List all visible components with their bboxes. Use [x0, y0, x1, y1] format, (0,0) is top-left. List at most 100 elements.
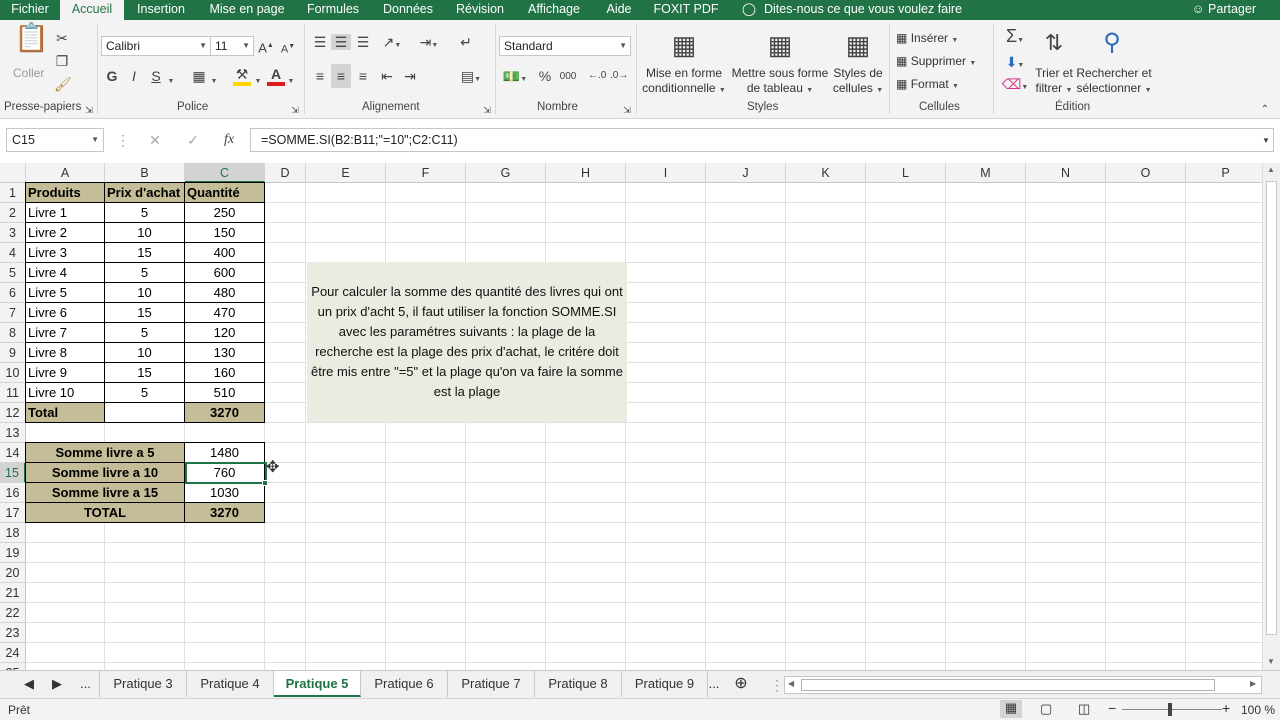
- row-header-8[interactable]: 8: [0, 323, 26, 343]
- table-cell[interactable]: 10: [104, 282, 185, 303]
- table-cell[interactable]: 10: [104, 342, 185, 363]
- increase-font-icon[interactable]: A▲: [258, 38, 274, 56]
- more-sheets-left[interactable]: ...: [72, 671, 100, 697]
- expand-formula-icon[interactable]: ▼: [1260, 133, 1272, 149]
- sheet-tab-pratique-4[interactable]: Pratique 4: [187, 671, 274, 697]
- cell-styles-button[interactable]: Styles de cellules ▼: [830, 66, 886, 98]
- align-right-icon[interactable]: ≡: [353, 68, 373, 84]
- table-cell[interactable]: 130: [184, 342, 265, 363]
- normal-view-icon[interactable]: ▦: [1000, 700, 1022, 718]
- format-painter-icon[interactable]: 🖌: [54, 76, 72, 92]
- conditional-formatting-icon[interactable]: ▦: [668, 28, 700, 62]
- scroll-down-icon[interactable]: ▼: [1267, 657, 1275, 666]
- column-header-g[interactable]: G: [466, 163, 546, 183]
- table-cell[interactable]: 5: [104, 382, 185, 403]
- horizontal-scroll-thumb[interactable]: [801, 679, 1215, 691]
- row-header-18[interactable]: 18: [0, 523, 26, 543]
- clear-icon[interactable]: ⌫▼: [1000, 76, 1030, 96]
- fill-color-icon[interactable]: ⚒: [233, 66, 251, 86]
- table-cell[interactable]: [104, 402, 185, 423]
- table-cell[interactable]: 250: [184, 202, 265, 223]
- tab-insertion[interactable]: Insertion: [128, 0, 194, 20]
- tab-affichage[interactable]: Affichage: [522, 0, 586, 20]
- row-header-25[interactable]: 25: [0, 663, 26, 670]
- paste-icon[interactable]: 📋: [14, 24, 49, 64]
- zoom-slider-thumb[interactable]: [1168, 703, 1172, 716]
- orientation-icon[interactable]: ↗▼: [379, 34, 405, 54]
- summary-value[interactable]: 3270: [184, 502, 265, 523]
- format-as-table-button[interactable]: Mettre sous forme de tableau ▼: [730, 66, 830, 98]
- row-header-7[interactable]: 7: [0, 303, 26, 323]
- table-cell[interactable]: 480: [184, 282, 265, 303]
- column-header-n[interactable]: N: [1026, 163, 1106, 183]
- row-header-12[interactable]: 12: [0, 403, 26, 423]
- sort-filter-icon[interactable]: ⇅: [1038, 30, 1070, 56]
- vertical-scroll-thumb[interactable]: [1266, 181, 1277, 635]
- row-header-4[interactable]: 4: [0, 243, 26, 263]
- share-button[interactable]: ☺ Partager: [1192, 0, 1256, 19]
- row-header-2[interactable]: 2: [0, 203, 26, 223]
- table-cell[interactable]: 15: [104, 302, 185, 323]
- table-cell[interactable]: Livre 7: [25, 322, 105, 343]
- increase-indent-icon[interactable]: ⇥: [400, 68, 420, 84]
- autosum-icon[interactable]: Σ▼: [1000, 27, 1030, 49]
- next-sheet-icon[interactable]: ▶: [46, 671, 68, 697]
- search-icon[interactable]: ⚲: [1096, 28, 1128, 58]
- dialog-launcher-icon[interactable]: ⇲: [482, 102, 492, 118]
- sheet-tab-pratique-6[interactable]: Pratique 6: [361, 671, 448, 697]
- table-cell[interactable]: 470: [184, 302, 265, 323]
- page-layout-view-icon[interactable]: ▢: [1040, 701, 1052, 717]
- wrap-text-icon[interactable]: ↵: [456, 34, 476, 50]
- column-header-l[interactable]: L: [866, 163, 946, 183]
- table-cell[interactable]: 10: [104, 222, 185, 243]
- tab-fichier[interactable]: Fichier: [0, 0, 60, 20]
- dialog-launcher-icon[interactable]: ⇲: [290, 102, 300, 118]
- font-name-select[interactable]: Calibri ▼: [101, 36, 211, 56]
- row-header-16[interactable]: 16: [0, 483, 26, 503]
- summary-label[interactable]: TOTAL: [25, 502, 185, 523]
- summary-value[interactable]: 1480: [184, 442, 265, 463]
- table-cell[interactable]: 5: [104, 262, 185, 283]
- name-box[interactable]: C15 ▼: [6, 128, 104, 152]
- borders-icon[interactable]: ▦: [190, 68, 208, 84]
- column-header-e[interactable]: E: [306, 163, 386, 183]
- tell-me-box[interactable]: Dites-nous ce que vous voulez faire: [764, 0, 964, 20]
- indent-direction-icon[interactable]: ⇥▼: [416, 34, 442, 54]
- row-header-21[interactable]: 21: [0, 583, 26, 603]
- chevron-down-icon[interactable]: ▼: [209, 70, 219, 90]
- table-cell[interactable]: Livre 6: [25, 302, 105, 323]
- row-header-5[interactable]: 5: [0, 263, 26, 283]
- table-cell[interactable]: Livre 8: [25, 342, 105, 363]
- sheet-tab-pratique-8[interactable]: Pratique 8: [535, 671, 622, 697]
- column-header-o[interactable]: O: [1106, 163, 1186, 183]
- merge-center-icon[interactable]: ▤▼: [456, 68, 486, 88]
- table-cell[interactable]: 160: [184, 362, 265, 383]
- column-header-k[interactable]: K: [786, 163, 866, 183]
- more-sheets-right[interactable]: ...: [704, 671, 724, 697]
- more-options-icon[interactable]: ⋮: [770, 677, 784, 693]
- summary-label[interactable]: Somme livre a 10: [25, 462, 185, 483]
- select-all-corner[interactable]: [0, 163, 26, 183]
- row-header-22[interactable]: 22: [0, 603, 26, 623]
- row-header-10[interactable]: 10: [0, 363, 26, 383]
- table-cell[interactable]: 15: [104, 362, 185, 383]
- row-header-11[interactable]: 11: [0, 383, 26, 403]
- row-header-17[interactable]: 17: [0, 503, 26, 523]
- find-select-button[interactable]: Rechercher et sélectionner ▼: [1076, 66, 1152, 98]
- table-cell[interactable]: Livre 2: [25, 222, 105, 243]
- table-cell[interactable]: Livre 3: [25, 242, 105, 263]
- tab-formules[interactable]: Formules: [300, 0, 366, 20]
- column-header-m[interactable]: M: [946, 163, 1026, 183]
- font-size-select[interactable]: 11 ▼: [210, 36, 254, 56]
- table-cell[interactable]: 15: [104, 242, 185, 263]
- prev-sheet-icon[interactable]: ◀: [18, 671, 40, 697]
- column-header-d[interactable]: D: [265, 163, 306, 183]
- formula-input[interactable]: =SOMME.SI(B2:B11;"=10";C2:C11): [250, 128, 1274, 152]
- chevron-down-icon[interactable]: ▼: [166, 70, 176, 90]
- decrease-decimal-icon[interactable]: .0→: [610, 68, 628, 84]
- tab-revision[interactable]: Révision: [450, 0, 510, 20]
- fill-handle[interactable]: [262, 480, 268, 486]
- decrease-indent-icon[interactable]: ⇤: [377, 68, 397, 84]
- sheet-tab-pratique-9[interactable]: Pratique 9: [622, 671, 708, 697]
- chevron-down-icon[interactable]: ▼: [286, 70, 296, 90]
